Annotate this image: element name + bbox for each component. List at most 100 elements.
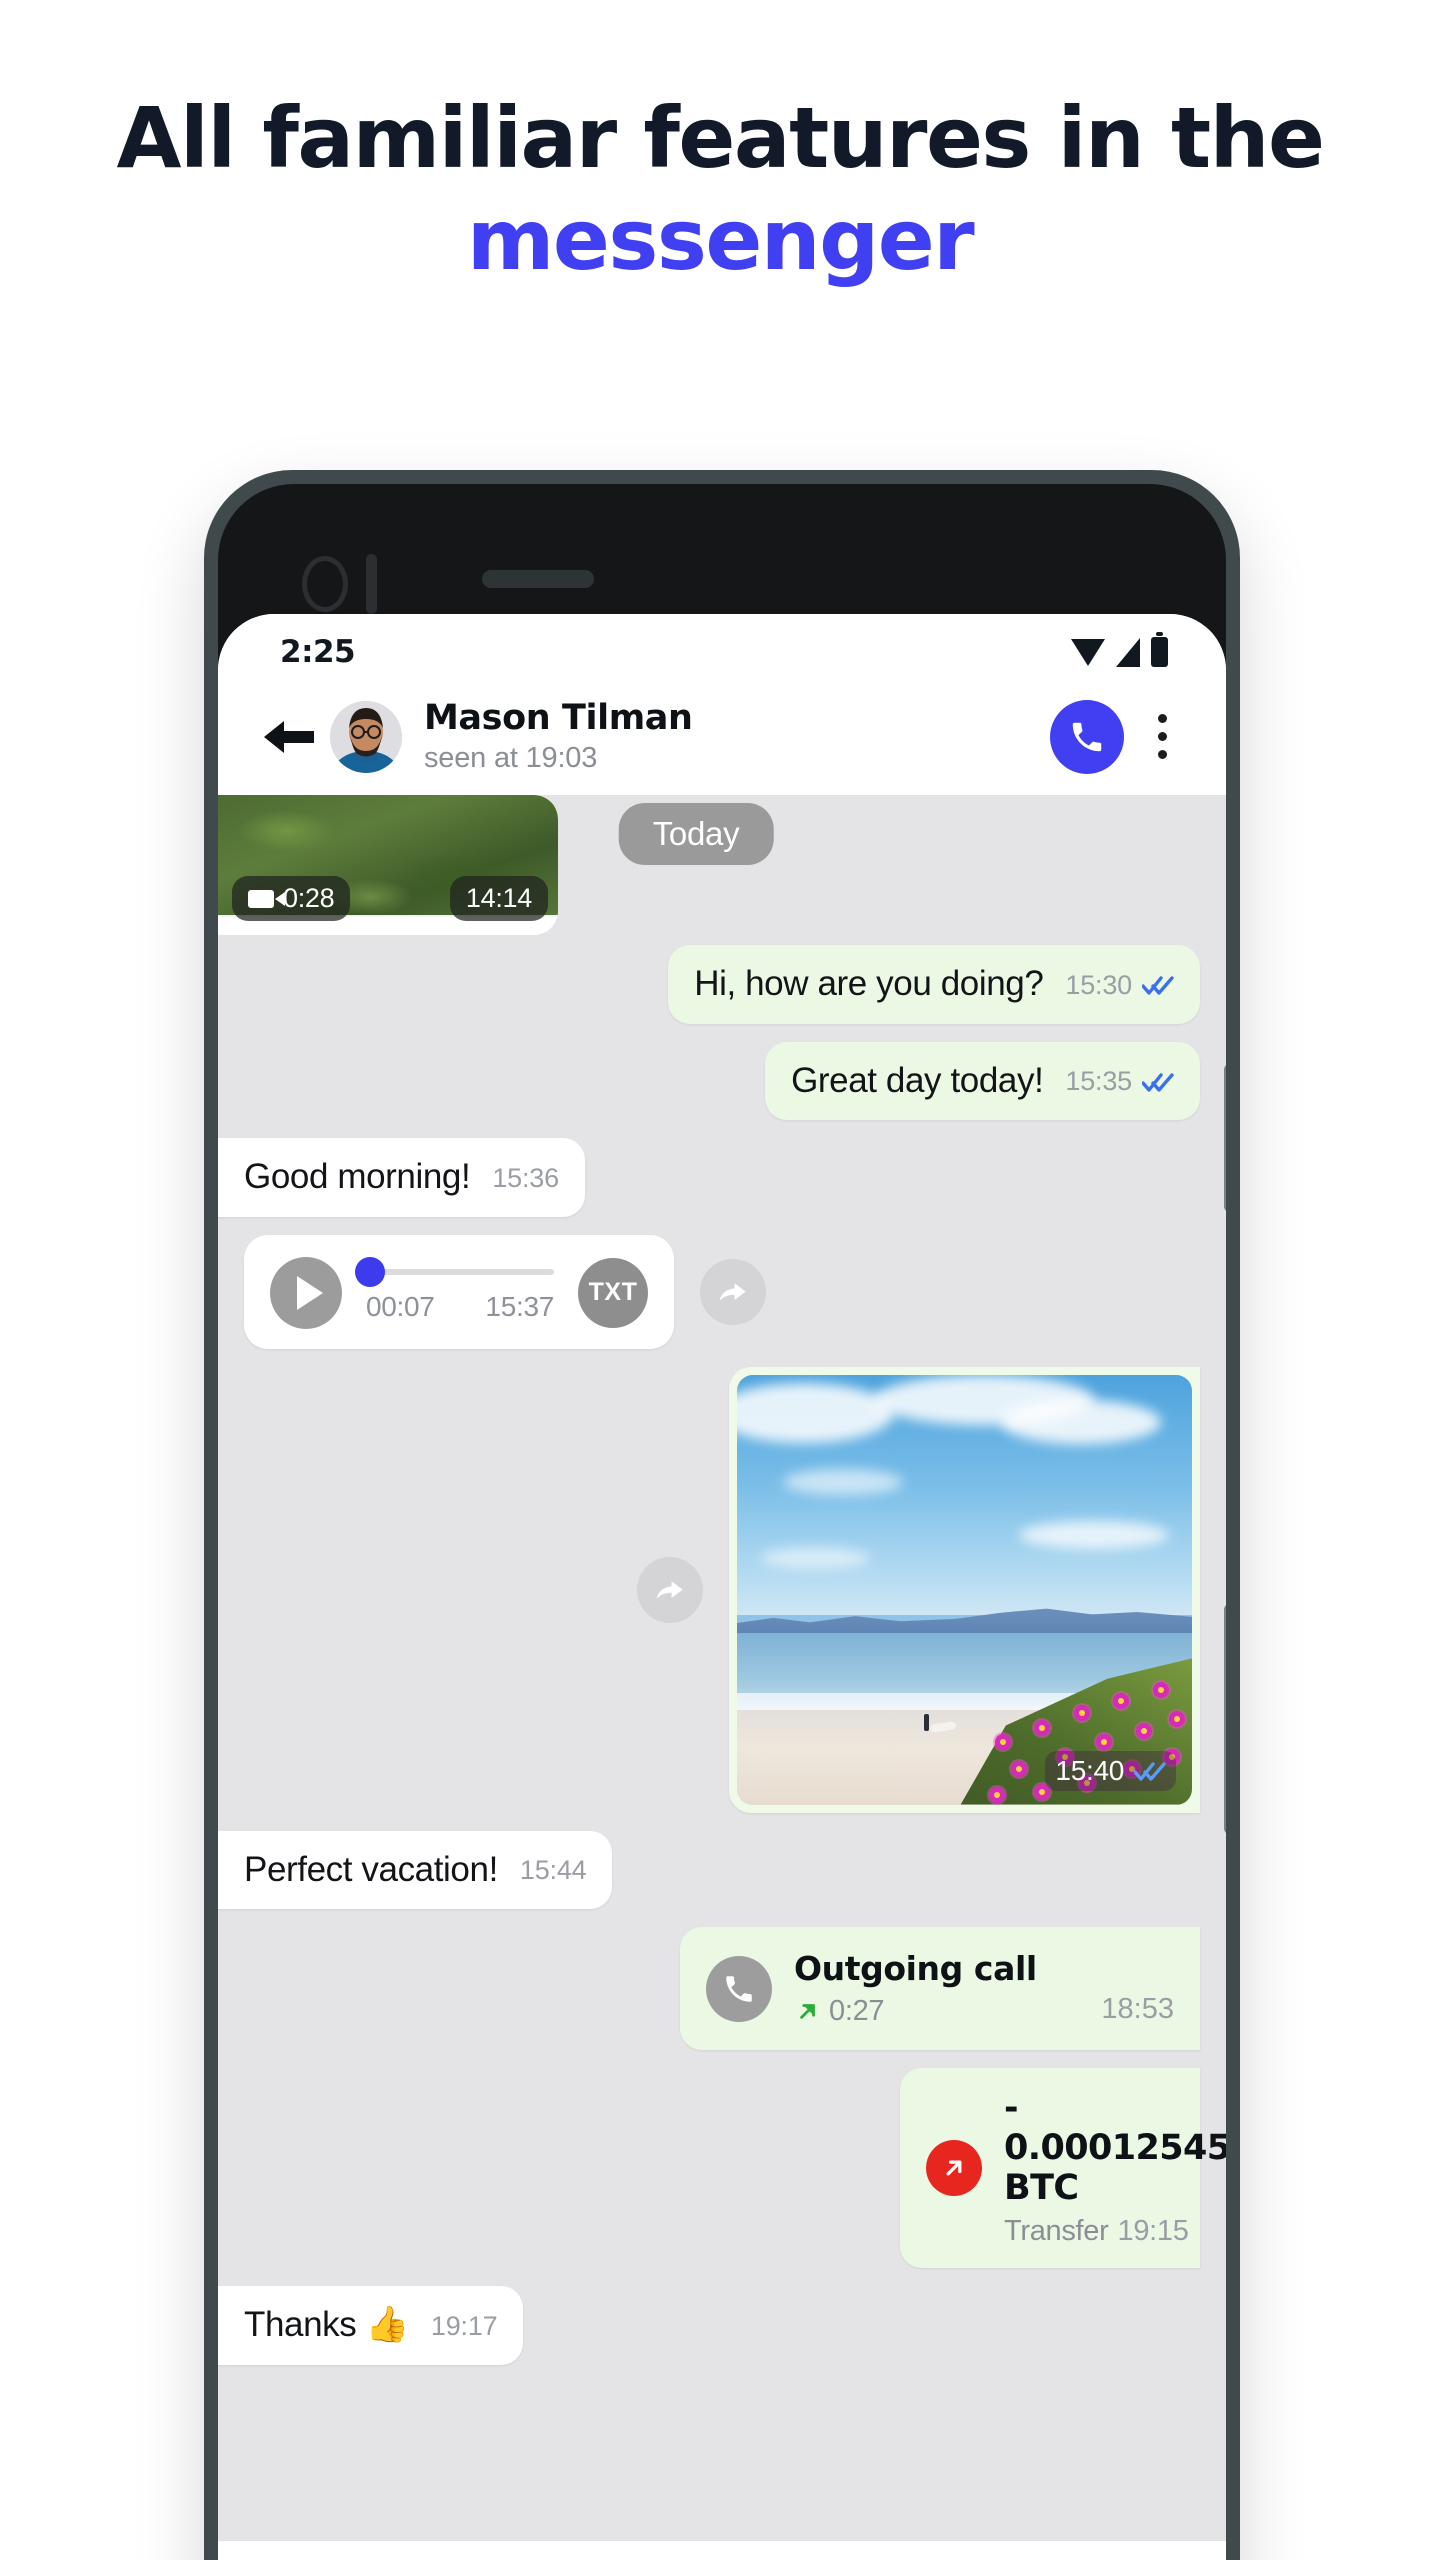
flower [1152,1681,1169,1698]
audio-slider-thumb[interactable] [354,1256,385,1287]
message-list[interactable]: 0:28 14:14 Today Hi, how are you doing? [218,795,1226,2560]
video-time: 14:14 [465,883,532,913]
wifi-icon [1071,638,1105,666]
transfer-label-row: Transfer 19:15 [1004,2215,1189,2248]
message-text: Thanks 👍 [244,2305,409,2344]
phone-icon [1072,722,1102,751]
message-row: Perfect vacation! 15:44 [218,1830,1174,1909]
message-bubble-incoming[interactable]: Perfect vacation! 15:44 [218,1830,613,1909]
photo-message-row: 15:40 [244,1366,1200,1813]
message-time: 19:17 [430,2310,498,2341]
back-arrow-icon [264,720,314,753]
phone-screen: 2:25 Mason Tilman seen at 19:03 0:28 14:… [218,614,1226,2560]
transfer-message[interactable]: - 0.00012545 BTC Transfer 19:15 [900,2068,1226,2268]
status-time: 2:25 [280,634,356,670]
message-meta: 15:44 [520,1855,587,1889]
read-receipt-icon [1142,976,1174,995]
message-meta: 15:35 [1065,1066,1174,1100]
flower [1135,1722,1152,1739]
sensor-bar-icon [366,554,377,614]
message-row: Hi, how are you doing? 15:30 [244,945,1200,1024]
transcribe-button[interactable]: TXT [578,1257,648,1328]
battery-icon [1151,632,1168,667]
photo-thumbnail: 15:40 [737,1374,1192,1805]
video-camera-icon [248,889,285,908]
message-bubble-outgoing[interactable]: Great day today! 15:35 [765,1041,1200,1120]
audio-position: 00:07 [366,1290,435,1322]
call-message[interactable]: Outgoing call 0:27 18:53 [680,1927,1200,2050]
outgoing-arrow-icon [800,2003,815,2019]
message-bubble-incoming[interactable]: Good morning! 15:36 [218,1138,585,1217]
message-text: Perfect vacation! [244,1849,498,1889]
phone-mockup: 2:25 Mason Tilman seen at 19:03 0:28 14:… [204,470,1240,2560]
video-duration: 0:28 [283,883,335,913]
photo-time: 15:40 [1055,1754,1124,1786]
video-message[interactable]: 0:28 14:14 [218,795,558,935]
page-title: All familiar features in the messenger [0,95,1440,289]
flower [1073,1705,1090,1722]
signal-icon [1116,637,1140,667]
call-title: Outgoing call [794,1949,1037,1988]
message-row: Good morning! 15:36 [218,1138,1174,1217]
kebab-dot [1157,750,1167,759]
forward-button[interactable] [637,1556,703,1623]
more-options-button[interactable] [1142,707,1182,767]
message-time: 15:35 [1065,1066,1132,1096]
power-button[interactable] [1224,1604,1226,1834]
play-button[interactable] [270,1256,342,1329]
message-meta: 15:30 [1065,970,1174,1004]
audio-progress: 00:07 15:37 [354,1256,554,1323]
audio-message[interactable]: 00:07 15:37 TXT [244,1234,674,1349]
kebab-dot [1157,732,1167,741]
call-button[interactable] [1050,699,1124,774]
read-receipt-icon [1134,1761,1166,1781]
outgoing-arrow-icon [946,2160,962,2176]
message-meta: 19:17 [431,2311,498,2345]
peer-name: Mason Tilman [424,698,693,738]
audio-message-row: 00:07 15:37 TXT [244,1234,1200,1349]
avatar-photo [330,700,402,773]
headline-line-1: All familiar features in the [116,89,1325,187]
phone-bezel: 2:25 Mason Tilman seen at 19:03 0:28 14:… [218,484,1226,2560]
video-time-badge: 14:14 [449,876,548,921]
flower [988,1786,1005,1803]
peer-info: Mason Tilman seen at 19:03 [424,698,1050,775]
kebab-dot [1157,714,1167,723]
play-icon [296,1275,323,1310]
avatar[interactable] [330,700,402,773]
cloud [759,1546,870,1569]
flower [994,1734,1011,1751]
status-icons [1071,632,1168,667]
message-input-bar: ₿ [218,2540,1226,2560]
read-receipt-icon [1142,1072,1174,1092]
status-bar: 2:25 [218,614,1226,690]
video-duration-badge: 0:28 [232,876,351,921]
back-button[interactable] [258,713,320,761]
forward-button[interactable] [700,1258,766,1325]
audio-track[interactable] [354,1256,554,1287]
transfer-amount: - 0.00012545 BTC [1004,2088,1226,2208]
photo-message[interactable]: 15:40 [729,1366,1200,1813]
headline-line-2: messenger [466,190,975,289]
message-bubble-outgoing[interactable]: Hi, how are you doing? 15:30 [668,945,1200,1024]
earpiece-speaker [482,570,594,588]
transfer-time: 19:15 [1117,2215,1189,2247]
flower [1034,1719,1051,1736]
call-subtitle: 0:27 [794,1995,1079,2028]
transfer-label: Transfer [1004,2215,1109,2247]
message-time: 15:44 [519,1855,587,1885]
message-row: Great day today! 15:35 [244,1041,1200,1120]
phone-icon [726,1975,752,2002]
message-bubble-incoming[interactable]: Thanks 👍 19:17 [218,2286,524,2365]
flower [1011,1760,1028,1777]
call-message-row: Outgoing call 0:27 18:53 [244,1927,1200,2050]
message-text: Hi, how are you doing? [694,964,1044,1003]
peer-status: seen at 19:03 [424,742,598,774]
photo-meta: 15:40 [1045,1750,1176,1791]
message-text: Great day today! [791,1060,1044,1100]
message-time: 15:36 [492,1162,559,1193]
transfer-icon-circle [926,2140,982,2196]
volume-button[interactable] [1224,1064,1226,1212]
message-time: 15:30 [1065,969,1132,1000]
call-icon-circle [706,1955,772,2022]
